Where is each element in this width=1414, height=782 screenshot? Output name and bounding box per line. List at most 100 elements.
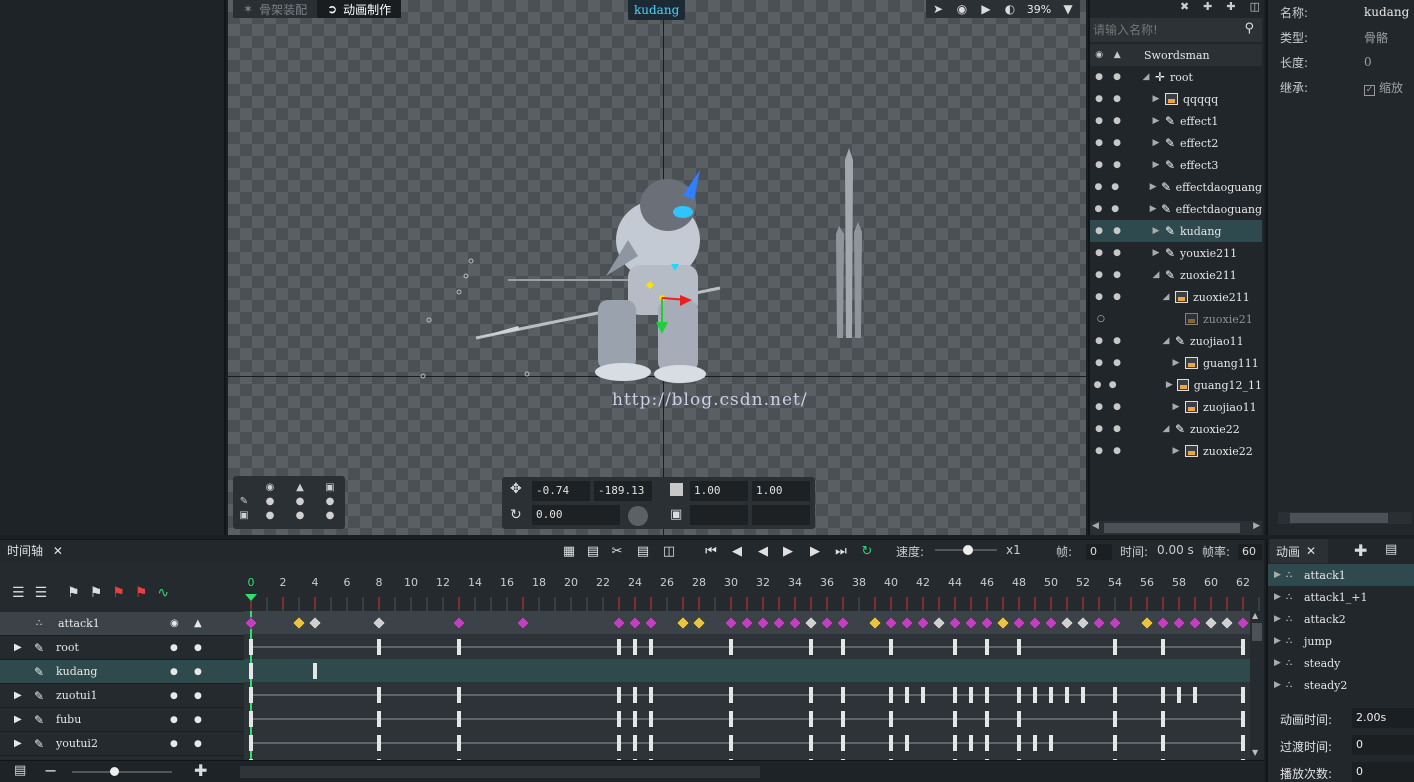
- hierarchy-item[interactable]: ● ● ▶ ✎ youxie211: [1090, 242, 1262, 264]
- rotation-input[interactable]: 0.00: [532, 505, 620, 525]
- rotation-dial[interactable]: [628, 506, 648, 526]
- select-dot[interactable]: ●: [194, 715, 202, 725]
- expand-arrow-icon[interactable]: ▶: [1274, 614, 1286, 624]
- visibility-dot[interactable]: ●: [1095, 336, 1103, 346]
- property-value[interactable]: ✓ 缩放: [1364, 79, 1403, 96]
- timeline-track-name[interactable]: ▶ ✎ fubu ● ●: [0, 708, 244, 732]
- move-icon[interactable]: ▶: [974, 0, 998, 18]
- expand-arrow-icon[interactable]: ▶: [1148, 182, 1159, 192]
- expand-arrow-icon[interactable]: ▶: [1150, 138, 1162, 148]
- character-sprite[interactable]: [228, 0, 1086, 535]
- flag-next-icon[interactable]: ⚑: [90, 585, 103, 601]
- select-cursor-icon[interactable]: ➤: [926, 0, 950, 18]
- hierarchy-search-input[interactable]: [1090, 18, 1240, 42]
- next-key-icon[interactable]: ▶: [806, 542, 824, 560]
- hierarchy-item[interactable]: ● ● ▶ ✎ effect2: [1090, 132, 1262, 154]
- visibility-dot[interactable]: ●: [1095, 226, 1103, 236]
- select-dot[interactable]: ●: [1113, 292, 1121, 302]
- timeline-track-name[interactable]: ▶ ✎ root ● ●: [0, 636, 244, 660]
- animation-item[interactable]: ▶ ∴ steady2: [1268, 674, 1414, 696]
- bone-transform-icon[interactable]: ◉: [950, 0, 974, 18]
- ring-icon[interactable]: ○: [1097, 314, 1105, 324]
- expand-arrow-icon[interactable]: ▶: [1274, 592, 1286, 602]
- visibility-dot[interactable]: ●: [1095, 446, 1103, 456]
- flag-prev-icon[interactable]: ⚑: [67, 585, 80, 601]
- hierarchy-hscrollbar[interactable]: ◀ ▶: [1090, 521, 1262, 535]
- tab-animation[interactable]: ➲ 动画制作: [317, 0, 402, 18]
- pointer-icon[interactable]: ▲: [194, 618, 202, 629]
- shear-y-input[interactable]: [752, 505, 810, 525]
- timeline-keyframe-area[interactable]: [244, 611, 1256, 760]
- timeline-track-name[interactable]: ▶ ✎ youtui2 ● ●: [0, 732, 244, 756]
- visibility-dot[interactable]: ●: [1095, 292, 1103, 302]
- pointer-icon[interactable]: ▲: [1114, 50, 1121, 60]
- select-dot[interactable]: ●: [1113, 94, 1121, 104]
- hierarchy-item[interactable]: ● ● ◢ ✛ root: [1090, 66, 1262, 88]
- paste-keys-icon[interactable]: ▤: [584, 542, 602, 560]
- visibility-dot[interactable]: ●: [170, 691, 178, 701]
- visibility-dot[interactable]: ●: [1095, 94, 1103, 104]
- scroll-down-icon[interactable]: ▼: [1252, 748, 1258, 757]
- eye-icon[interactable]: ◉: [1095, 50, 1103, 60]
- animation-item[interactable]: ▶ ∴ jump: [1268, 630, 1414, 652]
- expand-arrow-icon[interactable]: ◢: [1150, 270, 1162, 280]
- add-bone-icon[interactable]: ✚: [1203, 0, 1212, 16]
- close-icon[interactable]: ✕: [1306, 544, 1316, 558]
- select-dot[interactable]: ●: [1113, 138, 1121, 148]
- expand-arrow-icon[interactable]: ▶: [1170, 402, 1182, 412]
- loop-icon[interactable]: ↻: [858, 542, 876, 560]
- list-icon[interactable]: ☰: [12, 585, 25, 601]
- expand-arrow-icon[interactable]: ◢: [1140, 72, 1152, 82]
- animation-item[interactable]: ▶ ∴ steady: [1268, 652, 1414, 674]
- hierarchy-item[interactable]: ● ● ◢ ✎ zuojiao11: [1090, 330, 1262, 352]
- select-dot[interactable]: ●: [1113, 424, 1121, 434]
- expand-arrow-icon[interactable]: ▶: [1274, 636, 1286, 646]
- hierarchy-item[interactable]: ● ● ▶ ✎ effect3: [1090, 154, 1262, 176]
- first-frame-icon[interactable]: ⏮: [702, 542, 720, 560]
- select-dot[interactable]: ●: [1113, 72, 1121, 82]
- hierarchy-item[interactable]: ● ● ▶ ✎ effectdaoguang: [1090, 176, 1262, 198]
- properties-hscrollbar[interactable]: [1278, 512, 1412, 524]
- speed-slider-handle[interactable]: [963, 545, 973, 555]
- bone-select-toggle[interactable]: ●: [285, 496, 315, 507]
- indent-list-icon[interactable]: ☰: [35, 585, 48, 601]
- flag-add-icon[interactable]: ⚑: [112, 585, 125, 601]
- hierarchy-item[interactable]: ● ● ▶ guang111: [1090, 352, 1262, 374]
- frame-input[interactable]: 0: [1086, 544, 1112, 560]
- visibility-dot[interactable]: ●: [1094, 204, 1102, 214]
- select-dot[interactable]: ●: [1113, 270, 1121, 280]
- animations-tab[interactable]: 动画 ✕: [1270, 539, 1328, 563]
- onion-skin-icon[interactable]: ◐: [998, 0, 1022, 18]
- expand-arrow-icon[interactable]: ▶: [14, 714, 28, 725]
- timeline-track-name[interactable]: ▶ ✎ zuotui1 ● ●: [0, 684, 244, 708]
- timeline-zoom-slider[interactable]: [72, 771, 172, 773]
- select-dot[interactable]: ●: [1109, 380, 1117, 390]
- select-dot[interactable]: ●: [1113, 358, 1121, 368]
- expand-arrow-icon[interactable]: ▶: [14, 690, 28, 701]
- hierarchy-item[interactable]: ● ● ▶ guang12_11: [1090, 374, 1262, 396]
- add-animation-icon[interactable]: ✚: [1354, 541, 1367, 560]
- bone-frame-toggle[interactable]: ●: [315, 496, 345, 507]
- visibility-dot[interactable]: ●: [1095, 358, 1103, 368]
- select-dot[interactable]: ●: [1113, 336, 1121, 346]
- select-dot[interactable]: ●: [1113, 402, 1121, 412]
- visibility-dot[interactable]: ●: [170, 667, 178, 677]
- select-dot[interactable]: ●: [1113, 248, 1121, 258]
- select-dot[interactable]: ●: [1113, 226, 1121, 236]
- hierarchy-item[interactable]: ● ● ◢ ✎ zuoxie22: [1090, 418, 1262, 440]
- visibility-dot[interactable]: ●: [1095, 248, 1103, 258]
- timeline-track-name[interactable]: ✎ kudang ● ●: [0, 660, 244, 684]
- visibility-dot[interactable]: ●: [1095, 270, 1103, 280]
- timeline-track-name[interactable]: ∴ attack1 ◉ ▲: [0, 612, 244, 636]
- hierarchy-item[interactable]: ● ● ▶ zuojiao11: [1090, 396, 1262, 418]
- visibility-dot[interactable]: ●: [170, 643, 178, 653]
- delete-keys-icon[interactable]: ◫: [660, 542, 678, 560]
- timeline-zoom-handle[interactable]: [110, 767, 119, 776]
- checkbox-icon[interactable]: ✓: [1364, 84, 1375, 96]
- step-back-icon[interactable]: ◀: [754, 542, 772, 560]
- scale-x-input[interactable]: 1.00: [690, 481, 748, 501]
- ruler-icon[interactable]: ▤: [14, 763, 26, 778]
- scroll-left-icon[interactable]: ◀: [1092, 521, 1099, 531]
- visibility-dot[interactable]: ●: [170, 739, 178, 749]
- animation-property-input[interactable]: 0: [1352, 762, 1414, 782]
